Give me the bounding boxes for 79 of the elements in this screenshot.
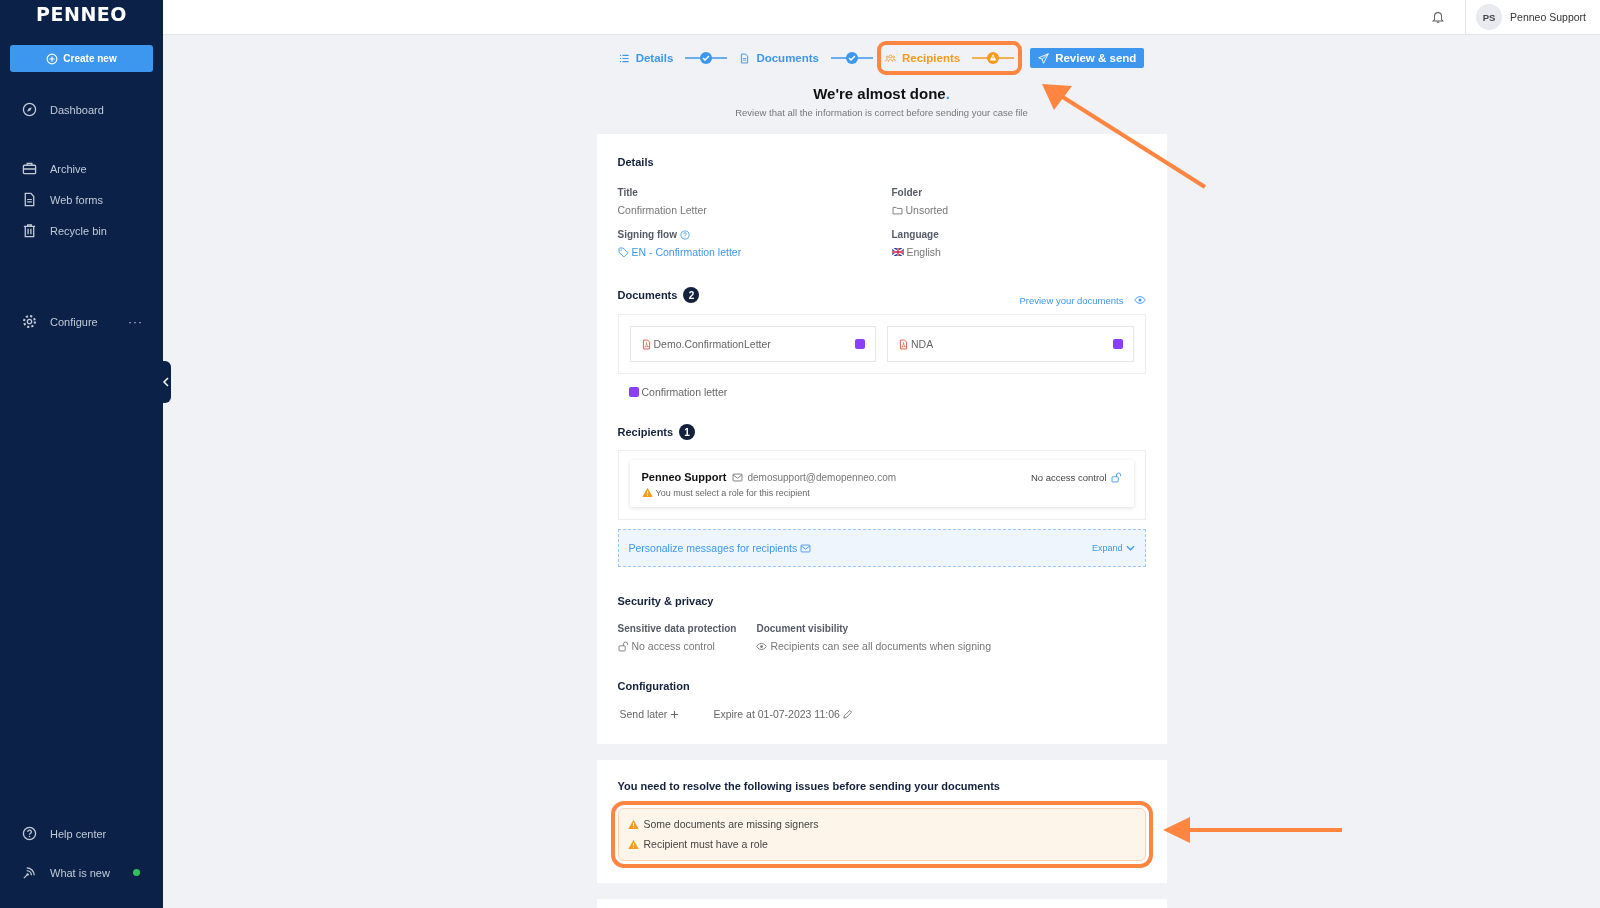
document-card[interactable]: NDA — [887, 326, 1134, 362]
sidebar-item[interactable]: Help center — [0, 818, 163, 849]
recipient-email: demosupport@demopenneo.com — [747, 471, 897, 483]
count-badge: 1 — [679, 424, 696, 440]
issue-text: Recipient must have a role — [643, 838, 768, 850]
field-value: Confirmation Letter — [617, 204, 707, 216]
document-type-label: Confirmation letter — [641, 386, 728, 398]
user-name[interactable]: Penneo Support — [1510, 11, 1586, 23]
sidebar-item[interactable]: Archive — [0, 153, 163, 184]
recipient-card[interactable]: Penneo Support demosupport@demopenneo.com No access control You must select a role for this recipient — [629, 460, 1134, 507]
preview-documents-link[interactable]: Preview your documents — [1019, 294, 1124, 306]
pdf-file-icon — [640, 338, 652, 350]
document-card[interactable]: Demo.ConfirmationLetter — [629, 326, 876, 362]
plus-circle-icon — [46, 52, 59, 65]
list-icon — [618, 52, 630, 64]
eye-icon — [1133, 294, 1146, 306]
warning-icon — [627, 838, 639, 850]
field-label: Folder — [891, 187, 923, 198]
trash-icon — [22, 223, 37, 238]
field-value: No access control — [631, 640, 715, 652]
field-value: English — [906, 246, 941, 258]
field-label: Language — [891, 229, 939, 240]
field-value: Unsorted — [905, 204, 949, 216]
envelope-icon — [732, 471, 744, 483]
tag-icon — [617, 246, 629, 258]
document-icon — [739, 52, 751, 64]
chevron-left-icon — [162, 377, 170, 387]
folder-icon — [891, 204, 903, 216]
section-title: Security & privacy — [617, 595, 715, 607]
expiry-date-button[interactable]: Expire at 01-07-2023 11:06 — [711, 708, 852, 720]
section-title: Documents — [617, 289, 678, 301]
collapse-sidebar-button[interactable] — [161, 361, 171, 403]
people-icon — [885, 52, 896, 64]
document-icon — [22, 192, 37, 207]
recipient-name: Penneo Support — [641, 471, 727, 483]
page-title: We're almost done. — [813, 85, 950, 102]
warning-icon — [641, 487, 653, 498]
page-subtitle: Review that all the information is correct before sending your case file — [735, 107, 1028, 118]
envelope-icon — [800, 542, 812, 554]
notification-bell-icon[interactable] — [1431, 10, 1446, 24]
plus-icon — [670, 709, 680, 719]
sidebar-item[interactable]: Dashboard — [0, 94, 163, 125]
briefcase-icon — [22, 161, 37, 176]
help-icon — [22, 826, 37, 841]
settings-icon — [22, 314, 37, 329]
sidebar-item[interactable]: Configure ··· — [0, 306, 163, 337]
unlocked-padlock-icon — [617, 640, 629, 652]
chevron-down-icon — [1125, 545, 1135, 551]
send-later-button[interactable]: Send later — [617, 708, 680, 720]
sidebar-item[interactable]: Web forms — [0, 184, 163, 215]
compass-icon — [22, 102, 37, 117]
logo[interactable]: PENNEO — [36, 3, 127, 25]
sidebar-item[interactable]: Recycle bin — [0, 215, 163, 246]
warning-icon — [627, 818, 639, 830]
sidebar-item[interactable]: What is new — [0, 857, 163, 888]
field-value: Recipients can see all documents when signing — [770, 640, 992, 652]
user-avatar[interactable]: PS — [1476, 4, 1503, 30]
section-title: Recipients — [617, 426, 674, 438]
access-control-label: No access control — [1031, 471, 1107, 483]
pencil-icon — [842, 709, 852, 719]
document-name: Demo.ConfirmationLetter — [653, 338, 772, 350]
issue-text: Some documents are missing signers — [643, 818, 819, 830]
section-title: Details — [617, 156, 655, 168]
field-label: Document visibility — [756, 623, 849, 634]
document-name: NDA — [911, 338, 935, 350]
field-label: Sensitive data protection — [617, 623, 737, 634]
issues-title: You need to resolve the following issues before sending your documents — [617, 780, 1001, 792]
count-badge: 2 — [683, 287, 700, 303]
recipient-warning: You must select a role for this recipient — [655, 487, 810, 498]
pdf-file-icon — [898, 338, 909, 350]
field-label: Signing flow — [617, 229, 677, 240]
more-options-icon[interactable]: ··· — [128, 314, 143, 329]
paper-plane-icon — [1038, 52, 1050, 64]
broadcast-icon — [22, 865, 37, 880]
eye-icon — [756, 640, 768, 652]
section-title: Configuration — [617, 680, 691, 692]
signing-flow-link[interactable]: EN - Confirmation letter — [631, 246, 742, 258]
field-label: Title — [617, 187, 638, 198]
flag-icon — [891, 248, 904, 256]
